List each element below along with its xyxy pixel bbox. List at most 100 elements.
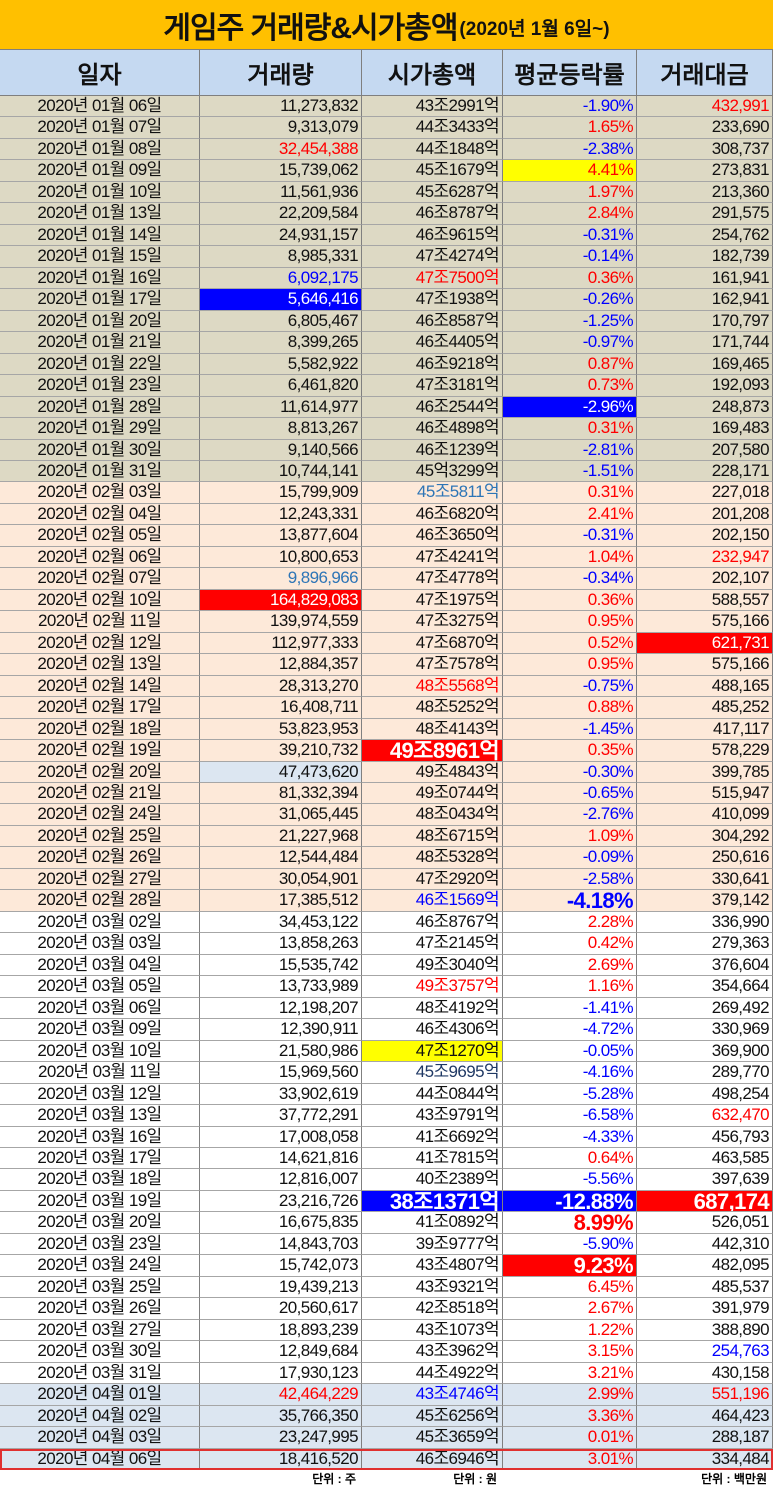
volume-cell: 11,614,977 [200, 396, 362, 419]
change-rate-cell: -2.58% [503, 868, 637, 891]
table-row: 2020년 03월 30일 12,849,684 43조3962억 3.15% 254,… [0, 1341, 773, 1363]
change-rate-cell: 0.95% [503, 611, 637, 633]
change-rate-cell: 0.31% [503, 482, 637, 504]
date-cell: 2020년 02월 27일 [0, 868, 200, 891]
date-cell: 2020년 01월 15일 [0, 246, 200, 268]
trading-value-cell: 250,616 [637, 847, 773, 869]
table-row: 2020년 02월 06일 10,800,653 47조4241억 1.04% 232,… [0, 546, 773, 569]
volume-cell: 12,544,484 [200, 847, 362, 869]
trading-value-cell: 334,484 [637, 1448, 773, 1470]
change-rate-cell: -2.38% [503, 138, 637, 161]
market-cap-cell: 49조3757억 [362, 976, 503, 998]
table-row: 2020년 02월 11일 139,974,559 47조3275억 0.95% 575… [0, 611, 773, 633]
market-cap-cell: 47조1270억 [362, 1040, 503, 1063]
date-cell: 2020년 01월 14일 [0, 224, 200, 247]
change-rate-cell: 2.28% [503, 911, 637, 934]
table-row: 2020년 01월 22일 5,582,922 46조9218억 0.87% 169,4… [0, 353, 773, 376]
change-rate-cell: 2.84% [503, 203, 637, 225]
trading-value-cell: 169,483 [637, 418, 773, 440]
market-cap-cell: 47조7500억 [362, 267, 503, 290]
date-cell: 2020년 01월 10일 [0, 181, 200, 204]
date-cell: 2020년 01월 23일 [0, 375, 200, 397]
table-row: 2020년 02월 19일 39,210,732 49조8961억 0.35% 578,… [0, 740, 773, 762]
table-row: 2020년 02월 13일 12,884,357 47조7578억 0.95% 575,… [0, 654, 773, 676]
volume-cell: 164,829,083 [200, 589, 362, 612]
date-cell: 2020년 02월 18일 [0, 718, 200, 741]
volume-cell: 16,408,711 [200, 697, 362, 719]
table-row: 2020년 01월 10일 11,561,936 45조6287억 1.97% 213,… [0, 181, 773, 204]
table-row: 2020년 01월 14일 24,931,157 46조9615억 -0.31% 254… [0, 224, 773, 247]
trading-value-cell: 288,187 [637, 1427, 773, 1449]
market-cap-cell: 46조1239억 [362, 439, 503, 461]
change-rate-cell: 3.36% [503, 1405, 637, 1428]
table-row: 2020년 01월 23일 6,461,820 47조3181억 0.73% 192,0… [0, 375, 773, 397]
trading-value-cell: 227,018 [637, 482, 773, 504]
trading-value-cell: 213,360 [637, 181, 773, 204]
date-cell: 2020년 02월 19일 [0, 740, 200, 762]
trading-value-cell: 291,575 [637, 203, 773, 225]
market-cap-cell: 46조6820억 [362, 503, 503, 526]
table-row: 2020년 02월 26일 12,544,484 48조5328억 -0.09% 250… [0, 847, 773, 869]
table-row: 2020년 02월 04일 12,243,331 46조6820억 2.41% 201,… [0, 503, 773, 526]
trading-value-cell: 232,947 [637, 546, 773, 569]
date-cell: 2020년 01월 31일 [0, 460, 200, 483]
change-rate-cell: -1.41% [503, 997, 637, 1020]
table-row: 2020년 03월 06일 12,198,207 48조4192억 -1.41% 269… [0, 997, 773, 1020]
market-cap-cell: 48조4192억 [362, 997, 503, 1020]
volume-cell: 9,313,079 [200, 117, 362, 139]
market-cap-cell: 43조4746억 [362, 1384, 503, 1406]
change-rate-cell: -0.34% [503, 568, 637, 590]
change-rate-cell: 2.69% [503, 954, 637, 977]
trading-value-cell: 161,941 [637, 267, 773, 290]
date-cell: 2020년 03월 20일 [0, 1212, 200, 1234]
table-row: 2020년 03월 19일 23,216,726 38조1371억 -12.88% 68… [0, 1190, 773, 1213]
change-rate-cell: 3.01% [503, 1448, 637, 1470]
date-cell: 2020년 01월 06일 [0, 96, 200, 118]
volume-cell: 15,739,062 [200, 160, 362, 182]
change-rate-cell: 1.09% [503, 825, 637, 848]
volume-cell: 139,974,559 [200, 611, 362, 633]
volume-cell: 39,210,732 [200, 740, 362, 762]
volume-cell: 19,439,213 [200, 1276, 362, 1299]
table-title: 게임주 거래량&시가총액 (2020년 1월 6일~) [0, 0, 773, 50]
table-row: 2020년 02월 12일 112,977,333 47조6870억 0.52% 621… [0, 632, 773, 655]
market-cap-cell: 46조1569억 [362, 890, 503, 912]
header-volume: 거래량 [200, 50, 362, 96]
table-row: 2020년 01월 08일 32,454,388 44조1848억 -2.38% 308… [0, 138, 773, 161]
volume-cell: 12,198,207 [200, 997, 362, 1020]
change-rate-cell: -4.72% [503, 1019, 637, 1041]
table-row: 2020년 02월 25일 21,227,968 48조6715억 1.09% 304,… [0, 825, 773, 848]
volume-cell: 33,902,619 [200, 1083, 362, 1106]
change-rate-cell: -0.09% [503, 847, 637, 869]
table-row: 2020년 03월 11일 15,969,560 45조9695억 -4.16% 289… [0, 1062, 773, 1084]
table-row: 2020년 04월 03일 23,247,995 45조3659억 0.01% 288,… [0, 1427, 773, 1449]
change-rate-cell: -0.14% [503, 246, 637, 268]
change-rate-cell: 4.41% [503, 160, 637, 182]
volume-cell: 8,399,265 [200, 332, 362, 354]
trading-value-cell: 432,991 [637, 96, 773, 118]
volume-cell: 15,742,073 [200, 1255, 362, 1277]
market-cap-cell: 49조0744억 [362, 783, 503, 805]
change-rate-cell: 2.99% [503, 1384, 637, 1406]
change-rate-cell: -5.28% [503, 1083, 637, 1106]
table-row: 2020년 03월 17일 14,621,816 41조7815억 0.64% 463,… [0, 1147, 773, 1170]
date-cell: 2020년 02월 04일 [0, 503, 200, 526]
table-row: 2020년 02월 20일 47,473,620 49조4843억 -0.30% 399… [0, 761, 773, 783]
market-cap-cell: 39조9777억 [362, 1233, 503, 1256]
title-date-range: (2020년 1월 6일~) [459, 19, 610, 40]
change-rate-cell: 3.15% [503, 1341, 637, 1363]
market-cap-cell: 45조9695억 [362, 1062, 503, 1084]
trading-value-cell: 551,196 [637, 1384, 773, 1406]
change-rate-cell: -0.05% [503, 1040, 637, 1063]
table-row: 2020년 03월 26일 20,560,617 42조8518억 2.67% 391,… [0, 1298, 773, 1320]
trading-value-cell: 588,557 [637, 589, 773, 612]
table-row: 2020년 01월 09일 15,739,062 45조1679억 4.41% 273,… [0, 160, 773, 182]
market-cap-cell: 48조6715억 [362, 825, 503, 848]
header-date: 일자 [0, 50, 200, 96]
volume-cell: 15,535,742 [200, 954, 362, 977]
market-cap-cell: 49조4843억 [362, 761, 503, 783]
market-cap-cell: 46조8587억 [362, 310, 503, 333]
volume-cell: 47,473,620 [200, 761, 362, 783]
date-cell: 2020년 01월 22일 [0, 353, 200, 376]
market-cap-cell: 44조4922억 [362, 1362, 503, 1385]
